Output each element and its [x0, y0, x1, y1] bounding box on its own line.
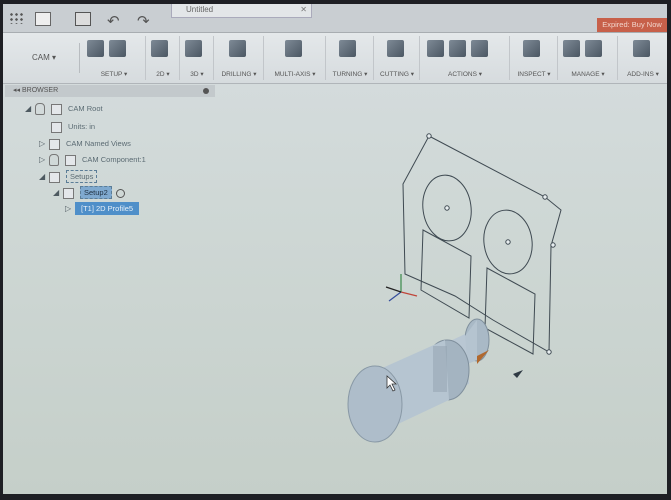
plate-outline [402, 135, 562, 353]
tree-item-units[interactable]: Units: in [51, 120, 95, 134]
expand-right-icon[interactable]: ▷ [39, 137, 49, 151]
center-point [505, 239, 511, 245]
component-icon [65, 154, 76, 166]
tree-item-setup2[interactable]: ◢ Setup2 [53, 186, 125, 200]
template-library-icon [585, 40, 602, 57]
axis-triad [385, 274, 418, 302]
toolbar-ribbon: CAM ▾ SETUP ▾ 2D ▾ 3D ▾ DRILLING ▾ MULTI… [3, 33, 667, 84]
cutting-group[interactable]: CUTTING ▾ [375, 36, 420, 80]
tree-item-label: CAM Named Views [66, 139, 131, 148]
redo-icon[interactable]: ↷ [137, 12, 151, 30]
multi-axis-menu[interactable]: MULTI-AXIS ▾ [265, 70, 325, 78]
drilling-menu[interactable]: DRILLING ▾ [215, 70, 263, 78]
multi-axis-group[interactable]: MULTI-AXIS ▾ [265, 36, 326, 80]
tree-item-named-views[interactable]: ▷ CAM Named Views [39, 137, 131, 151]
activate-target-icon[interactable] [115, 188, 125, 198]
fusion-window: ↶ ↷ Untitled ✕ Expired: Buy Now CAM ▾ SE… [3, 4, 667, 494]
tree-item-label: [T1] 2D Profile5 [75, 202, 140, 215]
file-icon[interactable] [35, 12, 51, 26]
visibility-bulb-icon[interactable] [35, 103, 45, 116]
undo-icon[interactable]: ↶ [107, 12, 121, 30]
setup-menu[interactable]: SETUP ▾ [83, 70, 145, 78]
setup-folder-icon [109, 40, 126, 57]
drill-icon [229, 40, 246, 57]
browser-panel-header[interactable]: ◂◂ BROWSER [5, 85, 215, 97]
3d-viewport[interactable] [233, 84, 667, 494]
corner-point [550, 242, 556, 248]
inspect-menu[interactable]: INSPECT ▾ [511, 70, 557, 78]
cutting-icon [387, 40, 404, 57]
3d-icon [185, 40, 202, 57]
tree-item-label: CAM Component:1 [82, 155, 146, 164]
expand-down-icon[interactable]: ◢ [39, 170, 49, 184]
add-ins-icon [633, 40, 650, 57]
close-icon[interactable]: ✕ [300, 4, 307, 16]
tree-item-setups[interactable]: ◢ Setups [39, 170, 98, 184]
axis-marker-icon [513, 370, 523, 378]
document-tab[interactable]: Untitled ✕ [171, 4, 312, 18]
tool-library-icon [563, 40, 580, 57]
workspace-selector[interactable]: CAM ▾ [9, 43, 80, 73]
add-ins-group[interactable]: ADD-INS ▾ [619, 36, 667, 80]
folder-icon [49, 138, 60, 150]
model-drawing [347, 133, 562, 443]
apps-grid-icon[interactable] [9, 12, 23, 24]
buy-now-button[interactable]: Expired: Buy Now [597, 18, 667, 32]
cylinder-stock [347, 318, 490, 443]
pin-icon[interactable] [203, 88, 209, 94]
measure-icon [523, 40, 540, 57]
3d-menu[interactable]: 3D ▾ [181, 70, 213, 78]
drilling-group[interactable]: DRILLING ▾ [215, 36, 264, 80]
tree-item-label: Setup2 [80, 186, 112, 199]
3d-group[interactable]: 3D ▾ [181, 36, 214, 80]
add-ins-menu[interactable]: ADD-INS ▾ [619, 70, 667, 78]
2d-group[interactable]: 2D ▾ [147, 36, 180, 80]
multi-axis-icon [285, 40, 302, 57]
expand-right-icon[interactable]: ▷ [39, 153, 49, 167]
browser-title: BROWSER [21, 87, 59, 94]
setup-group[interactable]: SETUP ▾ [83, 36, 146, 80]
tree-item-label: CAM Root [68, 104, 103, 113]
tree-item-label: Setups [66, 170, 98, 183]
manage-group[interactable]: MANAGE ▾ [559, 36, 618, 80]
turning-menu[interactable]: TURNING ▾ [327, 70, 373, 78]
tree-item-component[interactable]: ▷ CAM Component:1 [39, 153, 146, 167]
2d-menu[interactable]: 2D ▾ [147, 70, 179, 78]
tree-item-cam-root[interactable]: ◢ CAM Root [25, 102, 103, 116]
document-tab-label: Untitled [186, 5, 214, 14]
cam-root-icon [51, 103, 62, 115]
actions-menu[interactable]: ACTIONS ▾ [421, 70, 509, 78]
title-bar: ↶ ↷ Untitled ✕ Expired: Buy Now [3, 4, 667, 33]
tree-item-label: Units: in [68, 122, 96, 131]
visibility-bulb-icon[interactable] [49, 154, 59, 167]
tree-item-2d-profile[interactable]: ▷ [T1] 2D Profile5 [65, 202, 140, 216]
corner-point [542, 194, 548, 200]
square-pocket-left [420, 229, 472, 319]
expand-right-icon[interactable]: ▷ [65, 202, 75, 216]
cutting-menu[interactable]: CUTTING ▾ [375, 70, 419, 78]
setup-icon [87, 40, 104, 57]
post-process-icon [449, 40, 466, 57]
turning-group[interactable]: TURNING ▾ [327, 36, 374, 80]
setups-folder-icon [49, 171, 60, 183]
save-icon[interactable] [75, 12, 91, 26]
setup-sheet-icon [471, 40, 488, 57]
units-icon [51, 121, 62, 133]
expand-down-icon[interactable]: ◢ [25, 102, 35, 116]
inspect-group[interactable]: INSPECT ▾ [511, 36, 558, 80]
2d-icon [151, 40, 168, 57]
collapse-icon[interactable]: ◂◂ [13, 87, 22, 94]
corner-point [426, 133, 432, 139]
manage-menu[interactable]: MANAGE ▾ [559, 70, 617, 78]
expand-down-icon[interactable]: ◢ [53, 186, 63, 200]
setup-icon [63, 187, 74, 199]
corner-point [546, 349, 552, 355]
center-point [444, 205, 450, 211]
square-pocket-right [484, 267, 536, 355]
turning-icon [339, 40, 356, 57]
simulate-icon [427, 40, 444, 57]
actions-group[interactable]: ACTIONS ▾ [421, 36, 510, 80]
